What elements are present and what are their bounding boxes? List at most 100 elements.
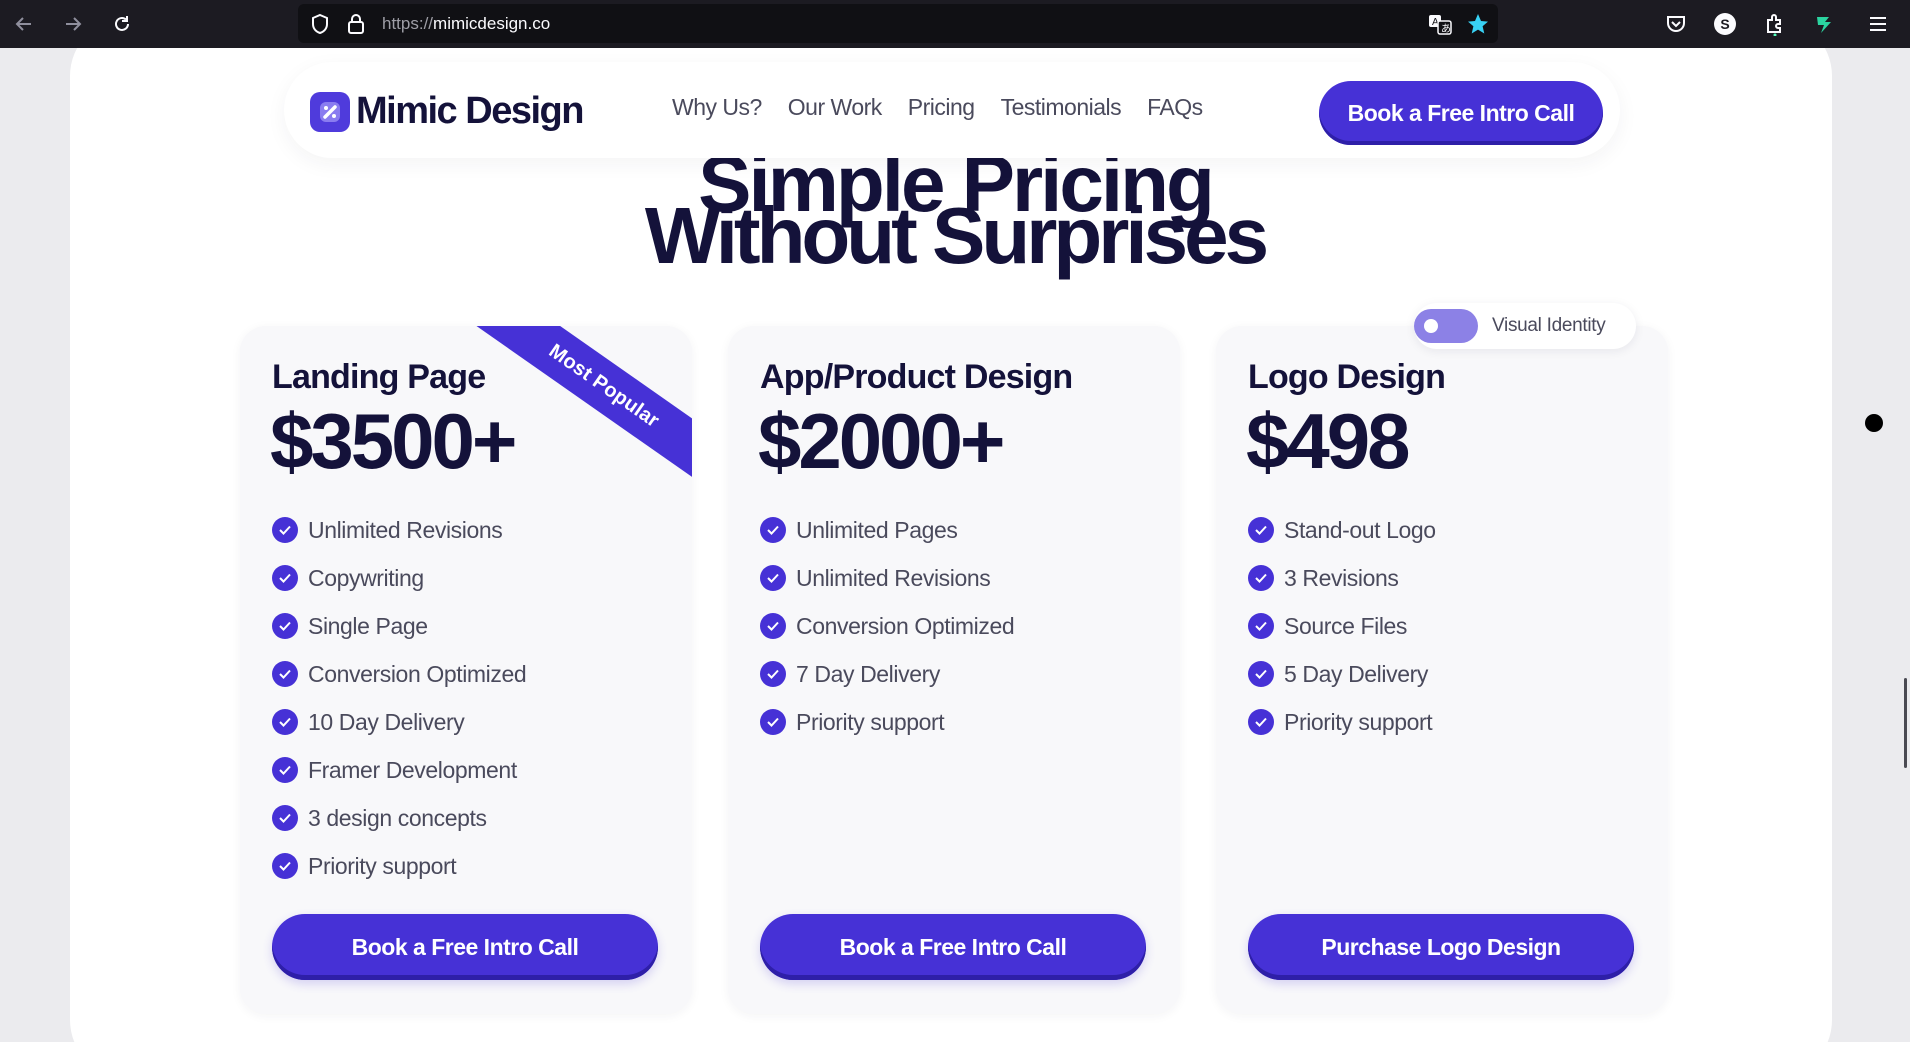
feature-list: Unlimited Pages Unlimited Revisions Conv… xyxy=(760,506,1015,746)
check-icon xyxy=(760,709,786,735)
profile-letter: S xyxy=(1714,13,1736,35)
check-icon xyxy=(272,565,298,591)
feature-text: 3 Revisions xyxy=(1284,564,1399,591)
back-arrow-icon[interactable] xyxy=(8,8,40,40)
feature-text: 10 Day Delivery xyxy=(308,708,465,735)
feature-item: Conversion Optimized xyxy=(760,602,1015,650)
nav-link-our-work[interactable]: Our Work xyxy=(788,94,882,121)
feature-text: Framer Development xyxy=(308,756,517,783)
book-call-button[interactable]: Book a Free Intro Call xyxy=(760,914,1146,980)
feature-item: Conversion Optimized xyxy=(272,650,527,698)
forward-arrow-icon[interactable] xyxy=(57,8,89,40)
purchase-logo-button[interactable]: Purchase Logo Design xyxy=(1248,914,1634,980)
check-icon xyxy=(272,805,298,831)
cursor-dot xyxy=(1865,414,1883,432)
page-viewport: Simple Pricing Without Surprises Mimic D… xyxy=(0,48,1910,1042)
bookmark-star-icon[interactable] xyxy=(1462,8,1494,40)
check-icon xyxy=(1248,565,1274,591)
feature-list: Unlimited Revisions Copywriting Single P… xyxy=(272,506,527,890)
profile-icon[interactable]: S xyxy=(1709,8,1741,40)
check-icon xyxy=(272,709,298,735)
feature-item: Single Page xyxy=(272,602,526,650)
reload-icon[interactable] xyxy=(106,8,138,40)
check-icon xyxy=(272,757,298,783)
feature-item: 10 Day Delivery xyxy=(272,698,526,746)
site-navbar: Mimic Design Why Us? Our Work Pricing Te… xyxy=(284,62,1620,158)
feature-text: Priority support xyxy=(1284,708,1433,735)
check-icon xyxy=(760,517,786,543)
check-icon xyxy=(1248,709,1274,735)
check-icon xyxy=(272,661,298,687)
translate-icon[interactable]: Aあ xyxy=(1424,8,1456,40)
logo-icon xyxy=(310,91,350,132)
nav-book-call-button[interactable]: Book a Free Intro Call xyxy=(1319,81,1603,145)
feature-item: Priority support xyxy=(1248,698,1436,746)
pricing-heading-line2: Without Surprises xyxy=(644,191,1269,280)
feature-text: Single Page xyxy=(308,612,428,639)
feature-text: Stand-out Logo xyxy=(1284,516,1436,543)
svg-text:あ: あ xyxy=(1441,23,1451,35)
feature-item: 5 Day Delivery xyxy=(1248,650,1436,698)
check-icon xyxy=(1248,517,1274,543)
check-icon xyxy=(272,517,298,543)
check-icon xyxy=(1248,613,1274,639)
extensions-icon[interactable] xyxy=(1759,8,1791,40)
toggle-label: Visual Identity xyxy=(1492,315,1606,336)
menu-icon[interactable] xyxy=(1862,8,1894,40)
pocket-icon[interactable] xyxy=(1660,8,1692,40)
shield-icon[interactable] xyxy=(304,8,336,40)
feature-list: Stand-out Logo 3 Revisions Source Files … xyxy=(1248,506,1436,746)
pricing-card-landing-page: Most Popular Landing Page $3500+ Unlimit… xyxy=(240,326,692,1014)
feature-text: Unlimited Revisions xyxy=(308,516,503,543)
url-text[interactable]: https://mimicdesign.co xyxy=(382,14,550,34)
nav-link-testimonials[interactable]: Testimonials xyxy=(1001,94,1122,121)
nav-link-why-us[interactable]: Why Us? xyxy=(672,94,762,121)
feature-text: 7 Day Delivery xyxy=(796,660,940,687)
nav-links: Why Us? Our Work Pricing Testimonials FA… xyxy=(672,94,1203,121)
scrollbar-thumb[interactable] xyxy=(1904,678,1907,768)
check-icon xyxy=(1248,661,1274,687)
feature-item: 7 Day Delivery xyxy=(760,650,1014,698)
feature-item: Stand-out Logo xyxy=(1248,506,1436,554)
lock-icon[interactable] xyxy=(340,8,372,40)
check-icon xyxy=(272,853,298,879)
feature-text: Conversion Optimized xyxy=(796,612,1015,639)
nav-link-faqs[interactable]: FAQs xyxy=(1147,94,1203,121)
feature-text: 3 design concepts xyxy=(308,804,487,831)
feature-item: 3 design concepts xyxy=(272,794,526,842)
feature-item: Copywriting xyxy=(272,554,526,602)
feature-text: Unlimited Pages xyxy=(796,516,958,543)
feature-item: Framer Development xyxy=(272,746,526,794)
site-logo[interactable]: Mimic Design xyxy=(310,90,584,133)
feature-text: Priority support xyxy=(308,852,457,879)
feature-text: Copywriting xyxy=(308,564,424,591)
browser-toolbar: https://mimicdesign.co Aあ S xyxy=(0,0,1910,48)
feature-item: Priority support xyxy=(272,842,526,890)
address-bar[interactable]: https://mimicdesign.co Aあ xyxy=(298,4,1498,43)
check-icon xyxy=(760,661,786,687)
logo-text: Mimic Design xyxy=(356,90,584,132)
feature-text: Unlimited Revisions xyxy=(796,564,991,591)
feature-text: 5 Day Delivery xyxy=(1284,660,1428,687)
feature-item: Unlimited Revisions xyxy=(760,554,1014,602)
card-title: App/Product Design xyxy=(760,358,1073,396)
feature-text: Conversion Optimized xyxy=(308,660,527,687)
extension-leaf-icon[interactable] xyxy=(1808,8,1840,40)
card-price: $3500+ xyxy=(270,397,517,485)
feature-item: Source Files xyxy=(1248,602,1436,650)
pricing-card-logo-design: Logo Design $498 Stand-out Logo 3 Revisi… xyxy=(1216,326,1668,1014)
feature-item: Unlimited Revisions xyxy=(272,506,526,554)
feature-text: Priority support xyxy=(796,708,945,735)
toggle-switch[interactable] xyxy=(1414,309,1478,343)
card-title: Logo Design xyxy=(1248,358,1446,396)
book-call-button[interactable]: Book a Free Intro Call xyxy=(272,914,658,980)
feature-item: Unlimited Pages xyxy=(760,506,1014,554)
check-icon xyxy=(272,613,298,639)
feature-item: Priority support xyxy=(760,698,1014,746)
card-price: $498 xyxy=(1246,397,1411,485)
check-icon xyxy=(760,565,786,591)
card-price: $2000+ xyxy=(758,397,1005,485)
nav-link-pricing[interactable]: Pricing xyxy=(908,94,975,121)
card-title: Landing Page xyxy=(272,358,486,396)
visual-identity-toggle[interactable]: Visual Identity xyxy=(1414,303,1636,349)
